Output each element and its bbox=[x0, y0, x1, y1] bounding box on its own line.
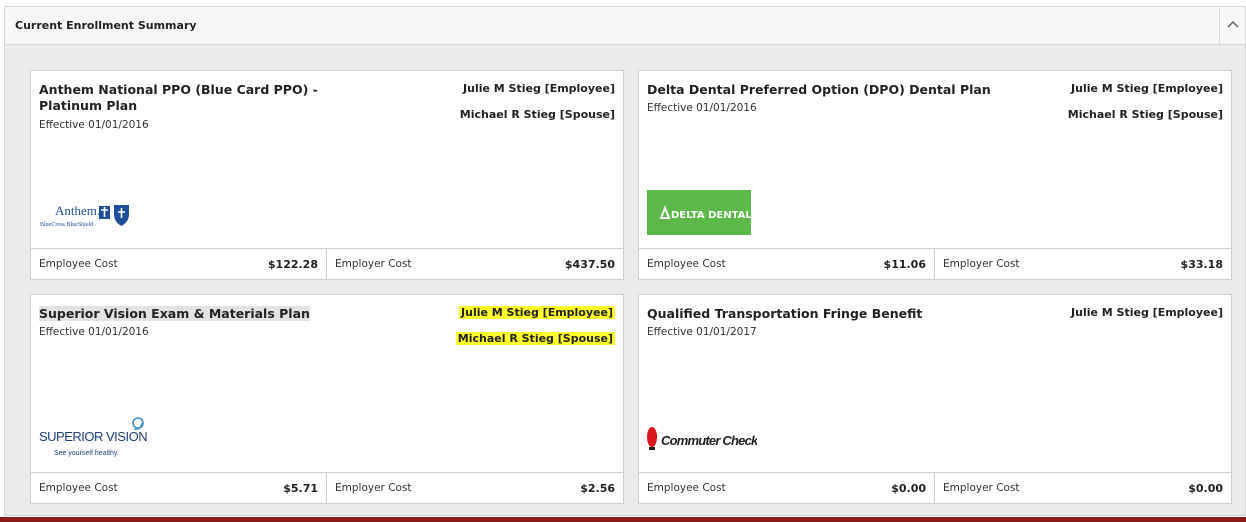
employer-cost-cell: Employer Cost $437.50 bbox=[327, 249, 623, 279]
plan-card-vision: Superior Vision Exam & Materials Plan Ef… bbox=[30, 294, 624, 504]
plan-card-body: Superior Vision Exam & Materials Plan Ef… bbox=[31, 295, 623, 472]
employer-cost-cell: Employer Cost $0.00 bbox=[935, 473, 1231, 503]
employer-cost-label: Employer Cost bbox=[943, 258, 1020, 270]
plan-effective-date: Effective 01/01/2016 bbox=[39, 119, 149, 131]
employee-cost-value: $11.06 bbox=[883, 258, 926, 271]
plan-card-medical: Anthem National PPO (Blue Card PPO) - Pl… bbox=[30, 70, 624, 280]
plan-name-highlight: Superior Vision Exam & Materials Plan bbox=[39, 306, 310, 321]
cost-row: Employee Cost $122.28 Employer Cost $437… bbox=[31, 248, 623, 279]
employer-cost-value: $2.56 bbox=[580, 482, 615, 495]
plan-effective-date: Effective 01/01/2016 bbox=[39, 326, 149, 338]
employer-cost-label: Employer Cost bbox=[943, 482, 1020, 494]
covered-member: Michael R Stieg [Spouse] bbox=[1067, 108, 1223, 121]
employer-cost-cell: Employer Cost $33.18 bbox=[935, 249, 1231, 279]
plan-name: Anthem National PPO (Blue Card PPO) - Pl… bbox=[39, 82, 318, 113]
superior-vision-logo: SUPERIOR VISION See yourself healthy. bbox=[39, 413, 151, 461]
employer-cost-label: Employer Cost bbox=[335, 482, 412, 494]
commuter-check-logo: Commuter Check bbox=[647, 423, 760, 455]
chevron-up-icon bbox=[1227, 21, 1239, 28]
employee-cost-cell: Employee Cost $11.06 bbox=[639, 249, 935, 279]
plan-card-body: Anthem National PPO (Blue Card PPO) - Pl… bbox=[31, 71, 623, 248]
cost-row: Employee Cost $11.06 Employer Cost $33.1… bbox=[639, 248, 1231, 279]
plan-effective-date: Effective 01/01/2016 bbox=[647, 102, 757, 114]
cost-row: Employee Cost $0.00 Employer Cost $0.00 bbox=[639, 472, 1231, 503]
employer-cost-value: $0.00 bbox=[1188, 482, 1223, 495]
cost-row: Employee Cost $5.71 Employer Cost $2.56 bbox=[31, 472, 623, 503]
covered-member: Michael R Stieg [Spouse] bbox=[459, 108, 615, 121]
plan-card-transportation: Qualified Transportation Fringe Benefit … bbox=[638, 294, 1232, 504]
anthem-logo-subtext: BlueCross BlueShield bbox=[40, 222, 93, 228]
employer-cost-value: $437.50 bbox=[564, 258, 615, 271]
anthem-logo: Anthem. BlueCross BlueShield bbox=[39, 201, 139, 231]
covered-members: Julie M Stieg [Employee] Michael R Stieg… bbox=[455, 306, 615, 358]
collapse-button[interactable] bbox=[1219, 7, 1245, 45]
anthem-logo-text: Anthem. bbox=[55, 203, 100, 218]
employer-cost-label: Employer Cost bbox=[335, 258, 412, 270]
member-highlight: Michael R Stieg [Spouse] bbox=[455, 332, 615, 345]
plan-card-body: Delta Dental Preferred Option (DPO) Dent… bbox=[639, 71, 1231, 248]
covered-members: Julie M Stieg [Employee] Michael R Stieg… bbox=[460, 82, 615, 134]
enrollment-summary-panel: Current Enrollment Summary Anthem Nation… bbox=[4, 6, 1246, 516]
superior-vision-logo-subtext: See yourself healthy. bbox=[54, 450, 119, 457]
plan-name: Superior Vision Exam & Materials Plan bbox=[39, 306, 439, 322]
delta-dental-logo-text: DELTA DENTAL bbox=[671, 210, 751, 221]
covered-members: Julie M Stieg [Employee] bbox=[1071, 306, 1223, 332]
bottom-accent-bar bbox=[0, 517, 1246, 522]
panel-title: Current Enrollment Summary bbox=[15, 19, 197, 32]
employee-cost-label: Employee Cost bbox=[39, 258, 118, 270]
delta-dental-logo: DELTA DENTAL bbox=[647, 190, 752, 235]
plan-effective-date: Effective 01/01/2017 bbox=[647, 326, 757, 338]
covered-member: Julie M Stieg [Employee] bbox=[1071, 82, 1223, 95]
covered-member: Julie M Stieg [Employee] bbox=[463, 82, 615, 95]
employee-cost-label: Employee Cost bbox=[647, 258, 726, 270]
employer-cost-value: $33.18 bbox=[1180, 258, 1223, 271]
employee-cost-cell: Employee Cost $5.71 bbox=[31, 473, 327, 503]
employee-cost-cell: Employee Cost $0.00 bbox=[639, 473, 935, 503]
covered-members: Julie M Stieg [Employee] Michael R Stieg… bbox=[1068, 82, 1223, 134]
plan-card-body: Qualified Transportation Fringe Benefit … bbox=[639, 295, 1231, 472]
employee-cost-value: $122.28 bbox=[267, 258, 318, 271]
panel-header[interactable]: Current Enrollment Summary bbox=[5, 7, 1245, 45]
superior-vision-logo-text: SUPERIOR VISION bbox=[39, 429, 147, 444]
plan-name: Qualified Transportation Fringe Benefit bbox=[647, 306, 923, 321]
employee-cost-cell: Employee Cost $122.28 bbox=[31, 249, 327, 279]
covered-member: Julie M Stieg [Employee] bbox=[1071, 306, 1223, 319]
employee-cost-label: Employee Cost bbox=[647, 482, 726, 494]
employee-cost-value: $5.71 bbox=[283, 482, 318, 495]
member-highlight: Julie M Stieg [Employee] bbox=[459, 306, 615, 319]
covered-member: Michael R Stieg [Spouse] bbox=[455, 332, 615, 348]
commuter-check-logo-text: Commuter Check bbox=[661, 433, 757, 448]
plan-name: Delta Dental Preferred Option (DPO) Dent… bbox=[647, 82, 991, 97]
covered-member: Julie M Stieg [Employee] bbox=[456, 306, 615, 322]
employee-cost-value: $0.00 bbox=[891, 482, 926, 495]
employee-cost-label: Employee Cost bbox=[39, 482, 118, 494]
plan-card-dental: Delta Dental Preferred Option (DPO) Dent… bbox=[638, 70, 1232, 280]
employer-cost-cell: Employer Cost $2.56 bbox=[327, 473, 623, 503]
